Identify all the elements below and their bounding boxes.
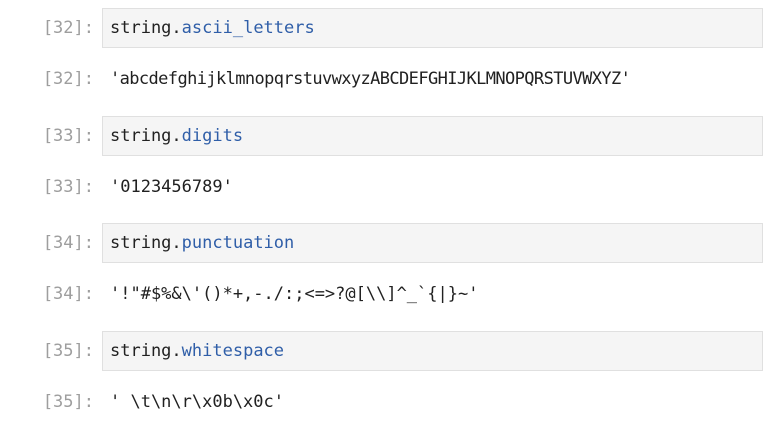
- code-object: string: [110, 126, 172, 146]
- code-object: string: [110, 233, 172, 253]
- code-dot: .: [171, 341, 182, 361]
- code-object: string: [110, 341, 172, 361]
- code-input[interactable]: string.ascii_letters: [102, 8, 763, 48]
- code-input[interactable]: string.whitespace: [102, 331, 763, 371]
- code-attribute: whitespace: [181, 341, 285, 361]
- code-input[interactable]: string.punctuation: [102, 223, 763, 263]
- code-object: string: [110, 18, 172, 38]
- input-prompt: [35]:: [42, 341, 94, 361]
- code-dot: .: [171, 233, 182, 253]
- cell-output: 'abcdefghijklmnopqrstuvwxyzABCDEFGHIJKLM…: [110, 69, 631, 89]
- cell-output: '0123456789': [110, 177, 233, 197]
- output-prompt: [34]:: [42, 284, 94, 304]
- output-prompt: [35]:: [42, 392, 94, 412]
- cell-output: '!"#$%&\'()*+,-./:;<=>?@[\\]^_`{|}~': [110, 284, 479, 304]
- cell-output: ' \t\n\r\x0b\x0c': [110, 392, 284, 412]
- output-prompt: [33]:: [42, 177, 94, 197]
- input-prompt: [33]:: [42, 126, 94, 146]
- code-input[interactable]: string.digits: [102, 116, 763, 156]
- output-prompt: [32]:: [42, 69, 94, 89]
- code-attribute: ascii_letters: [181, 18, 315, 38]
- code-dot: .: [171, 126, 182, 146]
- input-prompt: [32]:: [42, 18, 94, 38]
- code-attribute: punctuation: [181, 233, 295, 253]
- input-prompt: [34]:: [42, 233, 94, 253]
- code-attribute: digits: [181, 126, 244, 146]
- code-dot: .: [171, 18, 182, 38]
